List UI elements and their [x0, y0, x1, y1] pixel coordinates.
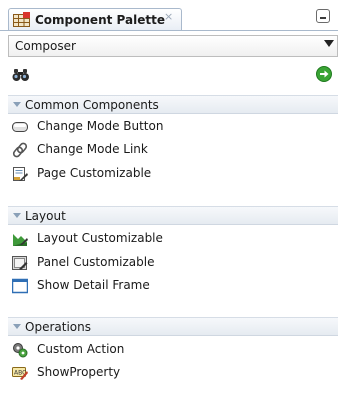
section-label: Common Components	[25, 98, 159, 112]
item-label: Page Customizable	[37, 166, 152, 180]
page-customizable-icon	[13, 167, 28, 181]
property-icon: ABC	[12, 367, 28, 380]
item-label: ShowProperty	[37, 365, 121, 379]
button-icon	[12, 122, 28, 132]
chevron-down-icon	[13, 324, 21, 329]
chevron-down-icon	[13, 213, 21, 218]
link-chain-icon	[12, 142, 28, 158]
gears-icon	[13, 343, 28, 358]
palette-item-change-mode-button[interactable]: Change Mode Button	[12, 117, 332, 137]
section-common-components[interactable]: Common Components	[8, 95, 338, 114]
chevron-down-icon	[13, 102, 21, 107]
layout-customizable-icon	[13, 234, 28, 246]
palette-item-change-mode-link[interactable]: Change Mode Link	[12, 140, 332, 160]
component-palette-panel: Component Palette × Composer Common Comp…	[0, 0, 338, 402]
tab-bar: Component Palette ×	[0, 0, 338, 30]
binoculars-icon[interactable]	[12, 68, 30, 82]
chevron-down-icon	[324, 40, 334, 47]
item-label: Change Mode Button	[37, 119, 164, 133]
item-label: Layout Customizable	[37, 231, 163, 245]
item-label: Custom Action	[37, 342, 125, 356]
tab-title: Component Palette	[35, 13, 165, 27]
frame-icon	[12, 278, 28, 294]
tab-component-palette[interactable]: Component Palette ×	[8, 8, 182, 30]
green-arrow-icon[interactable]	[316, 66, 332, 82]
section-operations[interactable]: Operations	[8, 317, 338, 336]
section-label: Layout	[25, 209, 66, 223]
section-layout[interactable]: Layout	[8, 206, 338, 225]
item-label: Show Detail Frame	[37, 278, 150, 292]
dropdown-selected-value: Composer	[15, 39, 76, 53]
close-icon[interactable]: ×	[164, 10, 173, 23]
item-label: Change Mode Link	[37, 142, 148, 156]
palette-item-custom-action[interactable]: Custom Action	[12, 340, 332, 360]
palette-item-panel-customizable[interactable]: Panel Customizable	[12, 253, 332, 273]
palette-page-dropdown[interactable]: Composer	[8, 35, 338, 57]
palette-item-showproperty[interactable]: ABC ShowProperty	[12, 363, 332, 383]
item-label: Panel Customizable	[37, 255, 155, 269]
tab-underline	[0, 30, 338, 31]
palette-item-layout-customizable[interactable]: Layout Customizable	[12, 229, 332, 249]
minimize-button[interactable]	[316, 9, 330, 23]
panel-customizable-icon	[12, 256, 28, 270]
palette-item-show-detail-frame[interactable]: Show Detail Frame	[12, 276, 332, 296]
palette-grid-icon	[13, 12, 30, 27]
palette-item-page-customizable[interactable]: Page Customizable	[12, 164, 332, 184]
section-label: Operations	[25, 320, 91, 334]
